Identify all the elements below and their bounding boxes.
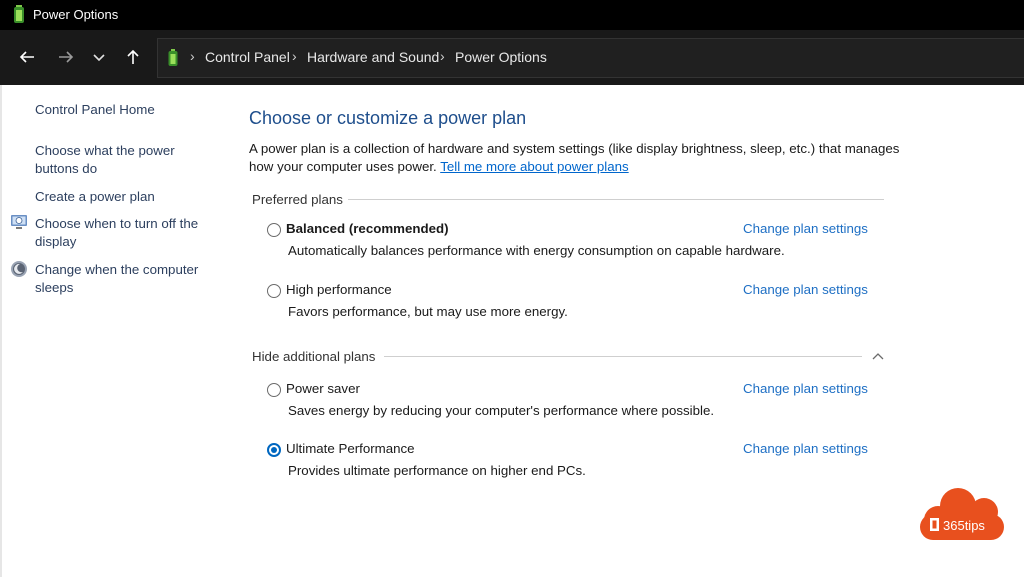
change-plan-settings-ultimate-performance[interactable]: Change plan settings	[743, 441, 868, 456]
change-plan-settings-power-saver[interactable]: Change plan settings	[743, 381, 868, 396]
page-description: A power plan is a collection of hardware…	[249, 140, 909, 176]
computer-sleeps-link[interactable]: Change when the computer sleeps	[35, 261, 215, 297]
battery-icon	[13, 5, 25, 28]
svg-text:365tips: 365tips	[943, 518, 985, 533]
plan-desc-balanced: Automatically balances performance with …	[288, 243, 785, 258]
section-divider	[348, 199, 884, 200]
page-title: Choose or customize a power plan	[249, 108, 527, 128]
control-panel-home-link[interactable]: Control Panel Home	[35, 101, 215, 119]
arrow-up-icon	[127, 49, 139, 64]
chevron-down-icon	[93, 54, 105, 62]
plan-desc-ultimate-performance: Provides ultimate performance on higher …	[288, 463, 586, 478]
power-buttons-link[interactable]: Choose what the power buttons do	[35, 142, 215, 178]
display-clock-icon	[10, 214, 28, 235]
plan-name-ultimate-performance: Ultimate Performance	[286, 441, 415, 456]
left-pane-edge	[0, 85, 2, 577]
breadcrumb-power-options[interactable]: Power Options	[455, 49, 547, 65]
title-bar: Power Options	[0, 0, 1024, 30]
breadcrumb-control-panel[interactable]: Control Panel	[205, 49, 290, 65]
section-divider	[384, 356, 862, 357]
address-bar[interactable]: › Control Panel › Hardware and Sound › P…	[157, 38, 1024, 78]
plan-desc-power-saver: Saves energy by reducing your computer's…	[288, 403, 715, 418]
change-plan-settings-high-performance[interactable]: Change plan settings	[743, 282, 868, 297]
back-button[interactable]	[14, 44, 40, 70]
left-pane: Control Panel Home Choose what the power…	[0, 85, 225, 577]
up-button[interactable]	[120, 44, 146, 70]
plan-desc-high-performance: Favors performance, but may use more ene…	[288, 304, 568, 319]
breadcrumb-separator-icon: ›	[440, 48, 445, 64]
recent-locations-button[interactable]	[86, 44, 112, 70]
365tips-logo: 365tips	[916, 484, 1008, 544]
change-plan-settings-balanced[interactable]: Change plan settings	[743, 221, 868, 236]
navigation-bar: › Control Panel › Hardware and Sound › P…	[0, 30, 1024, 85]
radio-high-performance[interactable]	[267, 284, 281, 298]
create-power-plan-link[interactable]: Create a power plan	[35, 188, 215, 206]
window-title: Power Options	[33, 7, 119, 22]
preferred-plans-label: Preferred plans	[252, 192, 343, 207]
turn-off-display-link[interactable]: Choose when to turn off the display	[35, 215, 215, 251]
breadcrumb-separator-icon: ›	[190, 48, 195, 64]
radio-power-saver[interactable]	[267, 383, 281, 397]
plan-name-high-performance: High performance	[286, 282, 392, 297]
sleep-moon-icon	[10, 260, 28, 283]
radio-ultimate-performance[interactable]	[267, 443, 281, 457]
chevron-up-icon[interactable]	[871, 348, 885, 366]
plan-name-power-saver: Power saver	[286, 381, 360, 396]
forward-button[interactable]	[53, 44, 79, 70]
arrow-left-icon	[19, 51, 34, 63]
arrow-right-icon	[59, 51, 74, 63]
battery-icon	[168, 49, 178, 71]
plan-name-balanced: Balanced (recommended)	[286, 221, 449, 236]
breadcrumb-separator-icon: ›	[292, 48, 297, 64]
more-info-link[interactable]: Tell me more about power plans	[440, 159, 628, 174]
radio-balanced[interactable]	[267, 223, 281, 237]
breadcrumb-hardware-and-sound[interactable]: Hardware and Sound	[307, 49, 439, 65]
hide-additional-plans-toggle[interactable]: Hide additional plans	[252, 349, 375, 364]
